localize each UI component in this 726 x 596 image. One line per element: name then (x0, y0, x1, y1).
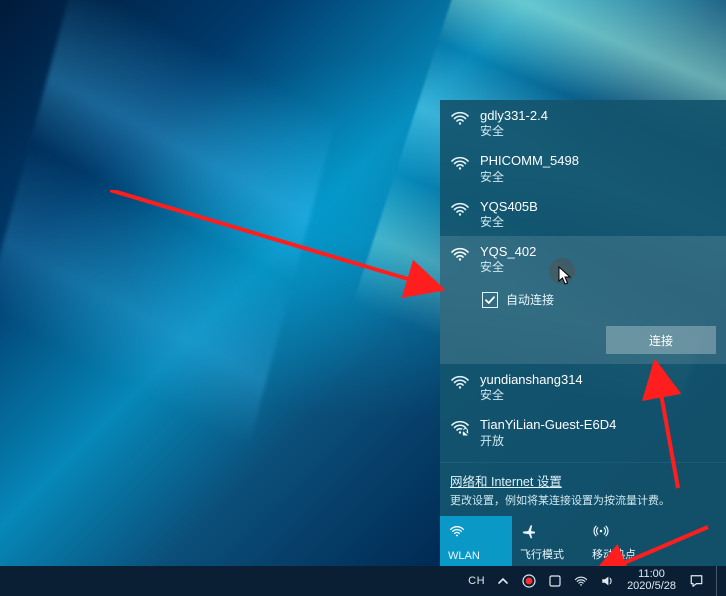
quick-action-tiles: WLAN 飞行模式 移动热点 (440, 516, 726, 566)
network-list: gdly331-2.4 安全 PHICOMM_5498 安全 YQS40 (440, 100, 726, 462)
network-item[interactable]: TianYiLian-Guest-E6D4 开放 (440, 409, 726, 454)
network-text: YQS405B 安全 (480, 199, 538, 230)
wifi-open-icon (450, 417, 470, 437)
network-item-selected[interactable]: YQS_402 安全 自动连接 连接 (440, 236, 726, 364)
network-text: PHICOMM_5498 安全 (480, 153, 579, 184)
tray-overflow-chevron-icon[interactable] (495, 573, 511, 589)
network-security: 安全 (480, 215, 538, 230)
recording-indicator-icon[interactable] (521, 573, 537, 589)
network-item[interactable]: yundianshang314 安全 (440, 364, 726, 409)
network-text: yundianshang314 安全 (480, 372, 583, 403)
wifi-secure-icon (450, 153, 470, 173)
network-text: TianYiLian-Guest-E6D4 开放 (480, 417, 616, 448)
volume-tray-icon[interactable] (599, 573, 615, 589)
network-text: gdly331-2.4 安全 (480, 108, 548, 139)
network-ssid: YQS_402 (480, 244, 536, 260)
network-item[interactable]: PHICOMM_5498 安全 (440, 145, 726, 190)
network-tray-icon[interactable] (573, 573, 589, 589)
network-ssid: YQS405B (480, 199, 538, 215)
action-center-icon[interactable] (688, 573, 704, 589)
network-security: 安全 (480, 388, 583, 403)
checkbox-checked-icon (482, 292, 498, 308)
wifi-icon (448, 522, 506, 540)
auto-connect-checkbox[interactable]: 自动连接 (450, 285, 554, 310)
network-ssid: PHICOMM_5498 (480, 153, 579, 169)
wifi-secure-icon (450, 199, 470, 219)
clock-date: 2020/5/28 (627, 581, 676, 593)
network-item[interactable]: YQS405B 安全 (440, 191, 726, 236)
tile-label: 飞行模式 (520, 546, 578, 562)
network-ssid: TianYiLian-Guest-E6D4 (480, 417, 616, 433)
network-settings-area: 网络和 Internet 设置 更改设置，例如将某连接设置为按流量计费。 (440, 462, 726, 516)
taskbar: CH 11:00 2020/5/28 (0, 566, 726, 596)
network-security: 安全 (480, 260, 536, 275)
auto-connect-label: 自动连接 (506, 291, 554, 308)
desktop: gdly331-2.4 安全 PHICOMM_5498 安全 YQS40 (0, 0, 726, 596)
wifi-secure-icon (450, 244, 470, 264)
network-security: 安全 (480, 170, 579, 185)
network-settings-desc: 更改设置，例如将某连接设置为按流量计费。 (450, 492, 716, 508)
hotspot-icon (592, 522, 650, 540)
tile-wlan[interactable]: WLAN (440, 516, 512, 566)
network-security: 开放 (480, 434, 616, 449)
network-ssid: yundianshang314 (480, 372, 583, 388)
tray-app-icon[interactable] (547, 573, 563, 589)
network-text: YQS_402 安全 (480, 244, 536, 275)
airplane-icon (520, 522, 578, 540)
tile-label: 移动热点 (592, 546, 650, 562)
tile-hotspot[interactable]: 移动热点 (584, 516, 656, 566)
tile-label: WLAN (448, 550, 506, 562)
wifi-secure-icon (450, 372, 470, 392)
ime-indicator[interactable]: CH (468, 575, 485, 587)
system-tray: CH 11:00 2020/5/28 (462, 566, 726, 596)
wifi-secure-icon (450, 108, 470, 128)
show-desktop-button[interactable] (716, 566, 722, 596)
network-ssid: gdly331-2.4 (480, 108, 548, 124)
network-security: 安全 (480, 124, 548, 139)
network-flyout: gdly331-2.4 安全 PHICOMM_5498 安全 YQS40 (440, 100, 726, 566)
taskbar-clock[interactable]: 11:00 2020/5/28 (625, 569, 678, 592)
network-item[interactable]: gdly331-2.4 安全 (440, 100, 726, 145)
tile-airplane-mode[interactable]: 飞行模式 (512, 516, 584, 566)
network-settings-link[interactable]: 网络和 Internet 设置 (450, 471, 562, 490)
connect-button[interactable]: 连接 (606, 326, 716, 354)
